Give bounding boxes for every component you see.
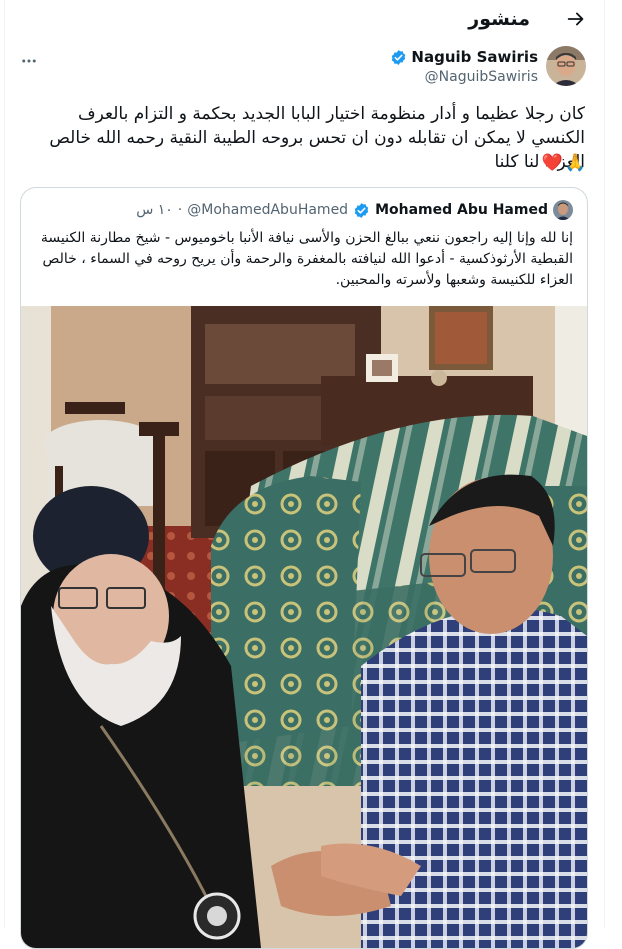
post-header: منشور [0, 0, 622, 40]
author-name-row[interactable]: Naguib Sawiris [390, 48, 538, 66]
quoted-verified-badge-icon [354, 202, 369, 218]
page-title: منشور [468, 8, 530, 30]
red-heart-emoji: ❤️ [541, 153, 563, 173]
quoted-tweet-time: ١٠ س [136, 202, 173, 218]
more-options-icon[interactable] [20, 52, 38, 70]
separator-dot: · [177, 202, 183, 218]
author-avatar[interactable] [546, 46, 586, 86]
tweet-text: كان رجلا عظيما و أدار منظومة اختيار البا… [49, 104, 585, 172]
quoted-author-avatar [553, 200, 573, 220]
praying-hands-emoji: 🙏 [564, 153, 586, 173]
quoted-tweet[interactable]: Mohamed Abu Hamed @MohamedAbuHamed · ١٠ … [20, 187, 588, 949]
quoted-author-name: Mohamed Abu Hamed [375, 202, 548, 218]
author-name[interactable]: Naguib Sawiris [411, 48, 538, 66]
quoted-author-handle: @MohamedAbuHamed [187, 202, 349, 218]
quoted-tweet-header: Mohamed Abu Hamed @MohamedAbuHamed · ١٠ … [136, 200, 573, 220]
timeline-border-right [604, 0, 605, 928]
quoted-tweet-text: إنا لله وإنا إليه راجعون ننعي ببالغ الحز… [40, 230, 573, 288]
tweet-emoji: 🙏 ❤️ [542, 152, 586, 174]
quoted-tweet-photo[interactable] [21, 306, 587, 948]
timeline-border-left [4, 0, 5, 928]
arrow-right-icon[interactable] [565, 8, 587, 30]
author-handle[interactable]: @NaguibSawiris [425, 69, 538, 85]
verified-badge-icon [392, 49, 406, 65]
